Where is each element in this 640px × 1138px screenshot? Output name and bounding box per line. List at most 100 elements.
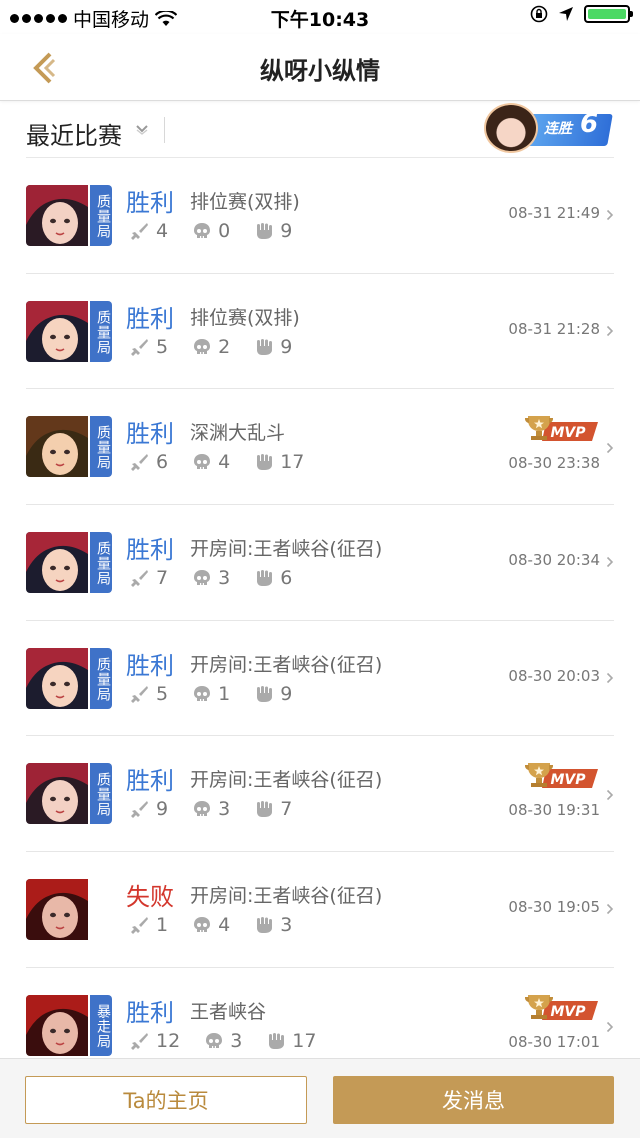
hero-avatar: 质量局 <box>26 647 112 709</box>
fist-icon <box>257 223 273 239</box>
hero-avatar: 质量局 <box>26 763 112 825</box>
assists-stat: 9 <box>254 683 292 705</box>
assists-count: 6 <box>280 567 293 590</box>
kda-stats: 9 3 7 <box>130 798 316 820</box>
deaths-stat: 0 <box>192 220 230 242</box>
assists-stat: 7 <box>254 798 292 820</box>
kda-stats: 12 3 17 <box>130 1030 340 1052</box>
match-row[interactable]: 失败 开房间:王者峡谷(征召) 1 4 3 08-30 19:05 <box>26 852 614 968</box>
assists-count: 3 <box>280 914 293 937</box>
hero-portrait <box>26 994 88 1056</box>
deaths-count: 4 <box>218 914 231 937</box>
chevron-down-icon[interactable] <box>134 123 150 135</box>
nav-bar: 纵呀小纵情 <box>0 34 640 101</box>
kills-stat: 12 <box>130 1030 180 1052</box>
page-title: 纵呀小纵情 <box>260 57 380 85</box>
assists-stat: 6 <box>254 567 292 589</box>
quality-tag: 质量局 <box>90 763 112 825</box>
deaths-stat: 4 <box>192 914 230 936</box>
assists-stat: 17 <box>254 451 304 473</box>
kills-count: 6 <box>156 451 169 474</box>
hero-avatar: 质量局 <box>26 300 112 362</box>
chevron-right-icon <box>606 443 614 454</box>
match-result: 胜利 <box>126 536 174 565</box>
match-result: 胜利 <box>126 998 174 1027</box>
quality-tag: 质量局 <box>90 532 112 594</box>
sword-icon <box>131 801 148 819</box>
chevron-right-icon <box>606 209 614 221</box>
fist-icon <box>257 338 273 355</box>
kills-stat: 4 <box>130 220 168 242</box>
assists-stat: 17 <box>266 1030 316 1052</box>
kills-stat: 7 <box>130 567 168 589</box>
skull-icon <box>194 223 211 238</box>
match-row[interactable]: 质量局 胜利 排位赛(双排) 4 0 9 08-31 21:49 <box>26 158 614 274</box>
assists-stat: 3 <box>254 914 292 936</box>
game-mode: 王者峡谷 <box>190 1000 267 1023</box>
sword-icon <box>131 1032 148 1050</box>
game-mode: 开房间:王者峡谷(征召) <box>190 769 383 792</box>
game-mode: 排位赛(双排) <box>190 191 300 213</box>
sword-icon <box>131 685 148 703</box>
assists-count: 9 <box>280 220 293 242</box>
chevron-right-icon <box>606 672 614 683</box>
hero-avatar: 质量局 <box>26 185 112 246</box>
mvp-badge: MVP <box>525 994 598 1020</box>
battery-icon <box>584 5 633 23</box>
recent-matches-dropdown[interactable]: 最近比赛 <box>26 116 122 151</box>
game-mode: 开房间:王者峡谷(征召) <box>190 653 383 676</box>
kills-count: 12 <box>156 1029 181 1052</box>
chevron-right-icon <box>606 325 614 336</box>
chevron-right-icon <box>606 904 614 915</box>
match-row[interactable]: 质量局 胜利 开房间:王者峡谷(征召) 5 1 9 08-30 20:03 <box>26 621 614 737</box>
deaths-stat: 1 <box>192 683 230 705</box>
assists-count: 7 <box>280 798 293 821</box>
deaths-stat: 2 <box>192 336 230 358</box>
send-message-button[interactable]: 发消息 <box>333 1076 614 1124</box>
mvp-badge: MVP <box>525 416 598 442</box>
sword-icon <box>131 338 148 356</box>
match-result: 胜利 <box>126 420 174 449</box>
streak-count: 6 <box>580 109 599 139</box>
quality-tag: 质量局 <box>90 300 112 362</box>
hero-portrait <box>26 763 88 825</box>
match-result: 胜利 <box>126 767 174 796</box>
skull-icon <box>194 570 211 586</box>
chevron-right-icon <box>606 556 614 568</box>
match-row[interactable]: 质量局 胜利 排位赛(双排) 5 2 9 08-31 21:28 <box>26 274 614 390</box>
hero-portrait <box>26 532 88 594</box>
mvp-label: MVP <box>550 425 586 441</box>
deaths-count: 3 <box>218 567 231 590</box>
status-bar: 中国移动 下午10:43 <box>0 0 640 34</box>
match-row[interactable]: 质量局 胜利 开房间:王者峡谷(征召) 7 3 6 08-30 20:34 <box>26 505 614 621</box>
hero-portrait <box>26 647 88 709</box>
hero-avatar <box>26 879 112 941</box>
fist-icon <box>257 454 273 471</box>
profile-home-button[interactable]: Ta的主页 <box>25 1076 307 1124</box>
deaths-stat: 3 <box>204 1030 242 1052</box>
kills-count: 9 <box>156 798 169 821</box>
kills-stat: 1 <box>130 914 168 936</box>
chevron-right-icon <box>606 1021 614 1032</box>
hero-avatar <box>484 103 538 153</box>
deaths-stat: 4 <box>192 451 230 473</box>
fist-icon <box>269 1032 285 1049</box>
hero-avatar: 质量局 <box>26 532 112 594</box>
kills-stat: 5 <box>130 336 168 358</box>
match-result: 失败 <box>126 883 174 912</box>
sword-icon <box>131 454 148 472</box>
skull-icon <box>194 338 211 354</box>
mvp-label: MVP <box>550 772 586 788</box>
match-row[interactable]: 暴走局 胜利 王者峡谷 12 3 17 MVP 08-30 17:01 <box>26 968 614 1058</box>
sword-icon <box>131 917 148 935</box>
game-mode: 排位赛(双排) <box>190 306 300 329</box>
kills-count: 5 <box>156 682 169 705</box>
kda-stats: 5 1 9 <box>130 683 316 705</box>
match-time: 08-30 23:38 <box>508 454 600 473</box>
match-row[interactable]: 质量局 胜利 深渊大乱斗 6 4 17 MVP 08-30 23:38 <box>26 389 614 506</box>
kda-stats: 1 4 3 <box>130 914 316 936</box>
match-list: 质量局 胜利 排位赛(双排) 4 0 9 08-31 21:49 质量局 胜利 … <box>0 158 640 1058</box>
hero-portrait <box>26 185 88 246</box>
match-row[interactable]: 质量局 胜利 开房间:王者峡谷(征召) 9 3 7 MVP 08-30 19:3… <box>26 736 614 853</box>
fist-icon <box>257 917 273 934</box>
